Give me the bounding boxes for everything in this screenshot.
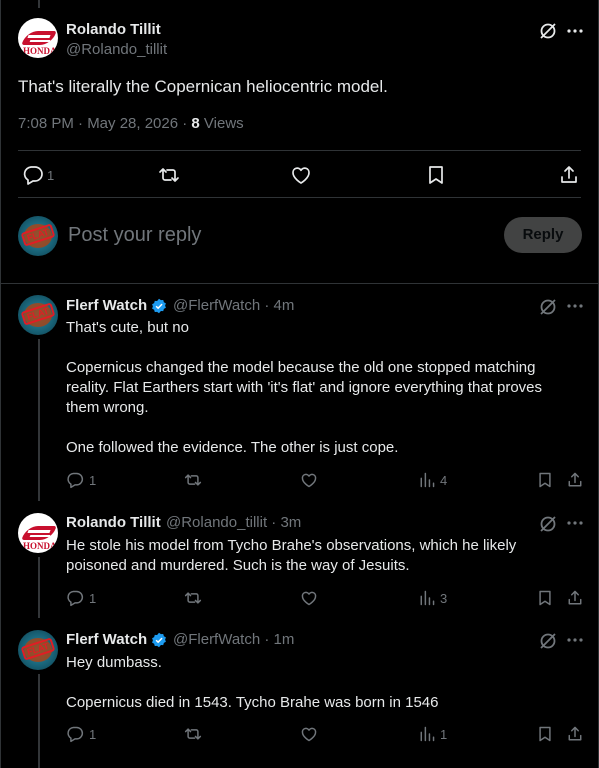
views-label: Views (199, 115, 244, 132)
reply-text: He stole his model from Tycho Brahe's ob… (66, 537, 517, 574)
author-name[interactable]: Flerf Watch (66, 297, 147, 314)
reply-icon[interactable] (66, 725, 84, 743)
repost-icon[interactable] (158, 164, 180, 186)
author-handle[interactable]: @Rolando_tillit · 3m (166, 514, 301, 531)
avatar-logo-text: HONDA (23, 541, 57, 551)
my-avatar[interactable]: FLAT (18, 216, 58, 256)
reply-count: 1 (89, 473, 97, 488)
divider (1, 283, 598, 284)
more-options-icon[interactable] (566, 631, 584, 649)
share-icon[interactable] (566, 471, 584, 489)
like-icon[interactable] (300, 471, 318, 489)
verified-badge-icon (152, 298, 166, 314)
reply-icon[interactable] (66, 471, 84, 489)
like-icon[interactable] (290, 164, 312, 186)
like-icon[interactable] (300, 725, 318, 743)
more-options-icon[interactable] (566, 22, 584, 40)
post-time[interactable]: 7:08 PM · May 28, 2026 · (18, 115, 191, 132)
share-icon[interactable] (558, 164, 580, 186)
bookmark-icon[interactable] (425, 164, 447, 186)
grok-icon[interactable] (538, 514, 558, 534)
views-icon[interactable] (418, 471, 436, 489)
share-icon[interactable] (566, 589, 584, 607)
reply-text: That's cute, but no Copernicus changed th… (66, 319, 543, 456)
repost-icon[interactable] (184, 471, 202, 489)
author-name[interactable]: Rolando Tillit (66, 514, 161, 531)
bookmark-icon[interactable] (536, 589, 554, 607)
repost-icon[interactable] (184, 589, 202, 607)
more-options-icon[interactable] (566, 514, 584, 532)
bookmark-icon[interactable] (536, 471, 554, 489)
reply-count: 1 (89, 591, 97, 606)
avatar-rolando[interactable]: HONDA (18, 18, 58, 58)
divider (18, 197, 581, 198)
like-icon[interactable] (300, 589, 318, 607)
avatar-flerf-watch[interactable]: FLAT (18, 630, 58, 670)
reply-text: Hey dumbass. Copernicus died in 1543. Tyc… (66, 654, 439, 711)
views-icon[interactable] (418, 589, 436, 607)
author-name[interactable]: Rolando Tillit (66, 21, 161, 38)
author-handle[interactable]: @FlerfWatch · 4m (173, 297, 294, 314)
post-meta: 7:08 PM · May 28, 2026 · 8 Views (18, 115, 244, 132)
post-text: That's literally the Copernican heliocen… (18, 77, 388, 96)
author-name[interactable]: Flerf Watch (66, 631, 147, 648)
share-icon[interactable] (566, 725, 584, 743)
thread-line-top (38, 0, 40, 8)
author-handle[interactable]: @Rolando_tillit (66, 41, 167, 58)
views-count: 3 (440, 591, 448, 606)
more-options-icon[interactable] (566, 297, 584, 315)
avatar-flerf-watch[interactable]: FLAT (18, 295, 58, 335)
reply-count: 1 (47, 168, 55, 183)
reply-input[interactable]: Post your reply (68, 224, 201, 247)
reply-count: 1 (89, 727, 97, 742)
bookmark-icon[interactable] (536, 725, 554, 743)
reply-button[interactable]: Reply (504, 217, 582, 253)
views-count: 1 (440, 727, 448, 742)
reply-icon[interactable] (66, 589, 84, 607)
verified-badge-icon (152, 632, 166, 648)
grok-icon[interactable] (538, 297, 558, 317)
views-count: 8 (191, 115, 200, 132)
thread-line (38, 557, 40, 618)
grok-icon[interactable] (538, 631, 558, 651)
avatar-logo-text: HONDA (23, 46, 57, 56)
reply-icon[interactable] (22, 164, 44, 186)
views-count: 4 (440, 473, 448, 488)
views-icon[interactable] (418, 725, 436, 743)
thread-line (38, 674, 40, 768)
avatar-rolando[interactable]: HONDA (18, 513, 58, 553)
repost-icon[interactable] (184, 725, 202, 743)
author-handle[interactable]: @FlerfWatch · 1m (173, 631, 294, 648)
thread-line (38, 339, 40, 501)
grok-icon[interactable] (538, 21, 558, 41)
divider (18, 150, 581, 151)
